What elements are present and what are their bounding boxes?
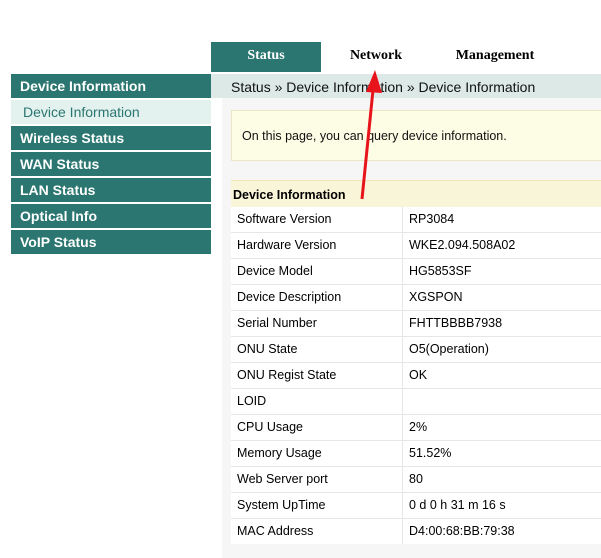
table-row: ONU Regist State OK: [231, 363, 601, 389]
row-value: HG5853SF: [409, 264, 472, 278]
row-label: Software Version: [231, 207, 403, 232]
row-value: D4:00:68:BB:79:38: [409, 524, 515, 538]
row-value: 80: [409, 472, 423, 486]
row-value: RP3084: [409, 212, 455, 226]
sidebar: Device Information Device Information Wi…: [11, 74, 211, 256]
sidebar-item-voip-status[interactable]: VoIP Status: [11, 230, 211, 254]
sidebar-item-device-information[interactable]: Device Information: [11, 74, 211, 98]
table-row: Device Description XGSPON: [231, 285, 601, 311]
row-label: LOID: [231, 389, 403, 414]
table-row: ONU State O5(Operation): [231, 337, 601, 363]
sidebar-item-wan-status[interactable]: WAN Status: [11, 152, 211, 176]
row-label: ONU Regist State: [231, 363, 403, 388]
table-row: Device Model HG5853SF: [231, 259, 601, 285]
tab-network[interactable]: Network: [321, 42, 431, 72]
row-value: 51.52%: [409, 446, 452, 460]
row-label: Device Description: [231, 285, 403, 310]
row-label: Device Model: [231, 259, 403, 284]
table-row: Memory Usage 51.52%: [231, 441, 601, 467]
row-value: O5(Operation): [409, 342, 489, 356]
row-label: System UpTime: [231, 493, 403, 518]
row-label: Memory Usage: [231, 441, 403, 466]
sidebar-item-lan-status[interactable]: LAN Status: [11, 178, 211, 202]
tab-status[interactable]: Status: [211, 42, 321, 72]
table-row: LOID: [231, 389, 601, 415]
row-value: FHTTBBBB7938: [409, 316, 503, 330]
row-label: Web Server port: [231, 467, 403, 492]
row-value: [403, 389, 601, 414]
table-row: Software Version RP3084: [231, 207, 601, 233]
table-header: Device Information: [231, 180, 601, 207]
table-row: System UpTime 0 d 0 h 31 m 16 s: [231, 493, 601, 519]
tab-management[interactable]: Management: [431, 42, 559, 72]
table-row: Hardware Version WKE2.094.508A02: [231, 233, 601, 259]
sidebar-subitem-device-information[interactable]: Device Information: [11, 100, 211, 124]
page-description: On this page, you can query device infor…: [231, 110, 601, 161]
sidebar-item-optical-info[interactable]: Optical Info: [11, 204, 211, 228]
row-value: 2%: [409, 420, 428, 434]
table-row: CPU Usage 2%: [231, 415, 601, 441]
row-value: XGSPON: [409, 290, 463, 304]
row-value: WKE2.094.508A02: [409, 238, 516, 252]
table-row: MAC Address D4:00:68:BB:79:38: [231, 519, 601, 544]
sidebar-item-wireless-status[interactable]: Wireless Status: [11, 126, 211, 150]
row-label: CPU Usage: [231, 415, 403, 440]
table-body: Software Version RP3084 Hardware Version WK…: [231, 207, 601, 544]
row-value: OK: [409, 368, 428, 382]
row-label: Serial Number: [231, 311, 403, 336]
top-tabs: Status Network Management: [211, 42, 601, 72]
table-row: Web Server port 80: [231, 467, 601, 493]
row-label: Hardware Version: [231, 233, 403, 258]
table-row: Serial Number FHTTBBBB7938: [231, 311, 601, 337]
row-label: MAC Address: [231, 519, 403, 544]
device-info-table: Device Information Software Version RP308…: [231, 180, 601, 544]
breadcrumb: Status » Device Information » Device Inf…: [211, 74, 601, 98]
row-label: ONU State: [231, 337, 403, 362]
row-value: 0 d 0 h 31 m 16 s: [409, 498, 506, 512]
